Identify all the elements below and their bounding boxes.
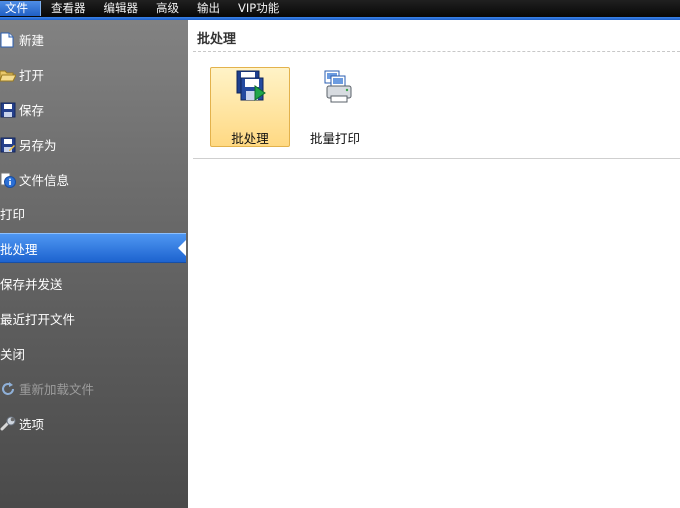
floppy-disk-icon <box>0 102 16 118</box>
sidebar-item-save-and-send[interactable]: 保存并发送 <box>0 268 188 299</box>
sidebar-item-label: 保存并发送 <box>0 277 63 292</box>
sidebar-item-label: 重新加载文件 <box>19 382 95 397</box>
sidebar-item-label: 保存 <box>19 103 45 118</box>
sidebar-item-label: 批处理 <box>0 241 38 257</box>
backstage-content: 批处理 批处理 批量打印 <box>188 20 680 508</box>
sidebar-item-options[interactable]: 选项 <box>0 408 188 439</box>
menu-viewer[interactable]: 查看器 <box>41 1 94 16</box>
batch-process-button[interactable]: 批处理 <box>210 67 290 147</box>
reload-icon <box>0 381 16 397</box>
menu-output[interactable]: 输出 <box>187 1 228 16</box>
batch-print-icon <box>319 70 353 104</box>
save-as-icon <box>0 137 16 153</box>
sidebar-item-file-info[interactable]: 文件信息 <box>0 164 188 195</box>
sidebar-item-save-as[interactable]: 另存为 <box>0 129 188 160</box>
sidebar-item-label: 打开 <box>19 68 45 83</box>
batch-print-button[interactable]: 批量打印 <box>295 67 375 147</box>
sidebar-item-label: 另存为 <box>19 138 57 153</box>
sidebar-item-label: 最近打开文件 <box>0 312 76 327</box>
sidebar-item-open[interactable]: 打开 <box>0 59 188 90</box>
sidebar-item-label: 文件信息 <box>19 173 70 188</box>
info-icon <box>0 172 16 188</box>
sidebar-item-save[interactable]: 保存 <box>0 94 188 125</box>
title-divider <box>193 51 680 52</box>
open-folder-icon <box>0 67 16 83</box>
sidebar-item-label: 打印 <box>0 207 26 222</box>
sidebar-item-recent-files[interactable]: 最近打开文件 <box>0 303 188 334</box>
sidebar-item-label: 选项 <box>19 417 45 432</box>
sidebar-item-batch[interactable]: 批处理 <box>0 233 186 263</box>
menu-file[interactable]: 文件 <box>0 1 41 16</box>
wrench-icon <box>0 416 16 432</box>
content-divider <box>193 158 680 159</box>
menubar: 文件 查看器 编辑器 高级 输出 VIP功能 <box>0 0 680 17</box>
sidebar-item-new[interactable]: 新建 <box>0 24 188 55</box>
menu-editor[interactable]: 编辑器 <box>94 1 147 16</box>
sidebar-item-reload-file: 重新加载文件 <box>0 373 188 404</box>
backstage-sidebar: 新建 打开 保存 另存为 文件信息 打印 批处理 保存并发送 最近打开文件 关闭… <box>0 20 188 508</box>
page-title: 批处理 <box>197 32 237 47</box>
sidebar-item-close[interactable]: 关闭 <box>0 338 188 369</box>
batch-save-icon <box>234 70 268 104</box>
tile-label: 批处理 <box>231 131 269 146</box>
sidebar-item-label: 关闭 <box>0 347 26 362</box>
sidebar-item-label: 新建 <box>19 33 45 48</box>
sidebar-item-print[interactable]: 打印 <box>0 198 188 229</box>
tile-label: 批量打印 <box>309 131 360 146</box>
menu-vip[interactable]: VIP功能 <box>228 1 287 16</box>
menu-advanced[interactable]: 高级 <box>146 1 187 16</box>
new-document-icon <box>0 32 16 48</box>
